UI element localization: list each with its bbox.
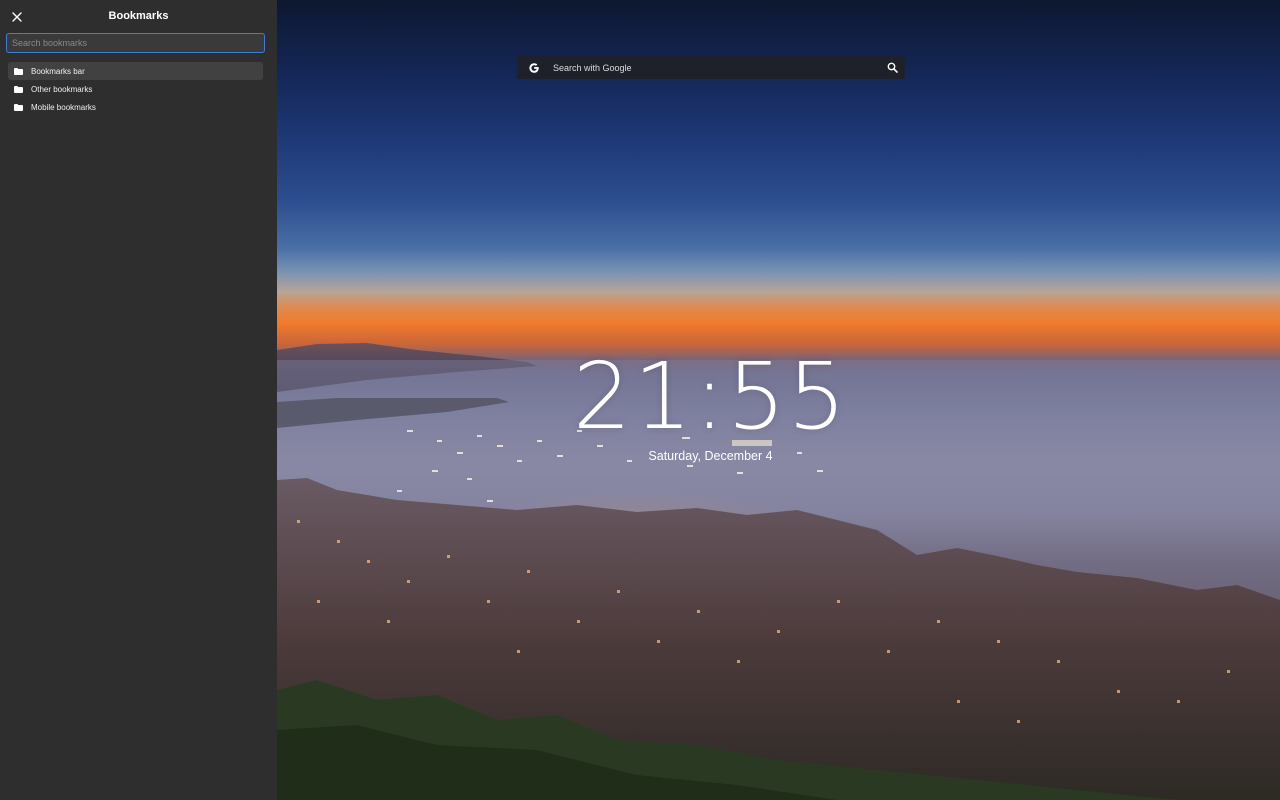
bookmark-folder-other-bookmarks[interactable]: Other bookmarks (8, 80, 263, 98)
folder-icon (14, 103, 23, 111)
sidebar-header: Bookmarks (0, 0, 277, 33)
bookmark-folder-mobile-bookmarks[interactable]: Mobile bookmarks (8, 98, 263, 116)
folder-icon (14, 85, 23, 93)
google-search-bar[interactable]: Search with Google (517, 56, 905, 79)
bookmark-folder-bookmarks-bar[interactable]: Bookmarks bar (8, 62, 263, 80)
bookmark-folder-list: Bookmarks bar Other bookmarks Mobile boo… (8, 62, 263, 116)
folder-icon (14, 67, 23, 75)
search-icon[interactable] (887, 62, 898, 73)
sidebar-title: Bookmarks (108, 10, 169, 22)
new-tab-page: Bookmarks Bookmarks bar Other bookmarks (0, 0, 1280, 800)
bookmark-folder-label: Bookmarks bar (31, 66, 85, 76)
google-icon (528, 62, 540, 74)
google-search-placeholder: Search with Google (553, 62, 632, 73)
clock-date: Saturday, December 4 (648, 449, 773, 463)
bookmarks-sidebar: Bookmarks Bookmarks bar Other bookmarks (0, 0, 277, 800)
search-bookmarks-input[interactable] (6, 33, 265, 53)
bookmark-folder-label: Other bookmarks (31, 84, 93, 94)
clock-time: 21:55 (572, 343, 849, 450)
bookmark-folder-label: Mobile bookmarks (31, 102, 96, 112)
